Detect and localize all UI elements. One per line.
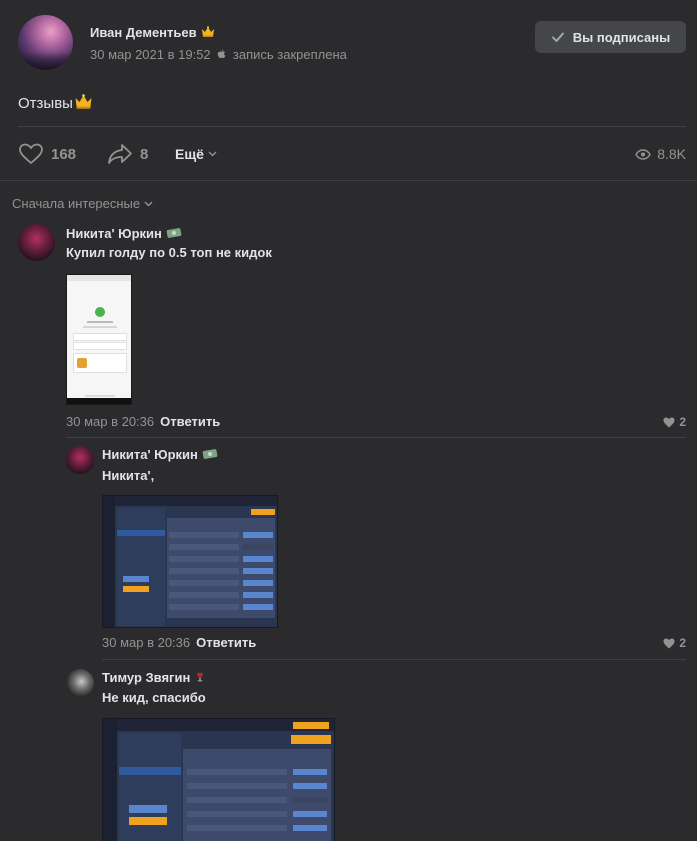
comments-sort-dropdown[interactable]: Сначала интересные xyxy=(12,196,153,211)
comment-avatar[interactable] xyxy=(18,224,55,261)
comment-like-button[interactable]: 2 xyxy=(663,415,686,429)
heart-icon xyxy=(663,638,675,648)
comment-author-row: Никита' Юркин xyxy=(66,226,182,241)
comment: Никита' Юркин Купил голду по 0.5 топ не … xyxy=(18,224,686,434)
post-meta: 30 мар 2021 в 19:52 запись закреплена xyxy=(90,47,347,62)
subscribed-label: Вы подписаны xyxy=(572,29,671,45)
comment-date[interactable]: 30 мар в 20:36 xyxy=(102,635,190,650)
check-icon xyxy=(551,32,564,42)
post-actions: 168 8 Ещё 8.8K xyxy=(18,140,686,168)
comment-image[interactable] xyxy=(66,274,132,405)
divider xyxy=(18,126,686,127)
reply-button[interactable]: Ответить xyxy=(160,414,220,429)
share-button[interactable]: 8 xyxy=(107,140,148,168)
comment-avatar[interactable] xyxy=(66,669,94,697)
comment-author[interactable]: Тимур Звягин xyxy=(102,670,190,685)
comment-text: Никита', xyxy=(102,468,155,483)
comment-text: Не кид, спасибо xyxy=(102,690,206,705)
comment-author[interactable]: Никита' Юркин xyxy=(66,226,162,241)
share-icon xyxy=(108,144,132,164)
money-badge-icon xyxy=(166,228,182,238)
eye-icon xyxy=(635,148,651,160)
author-avatar[interactable] xyxy=(18,15,73,70)
post-date[interactable]: 30 мар 2021 в 19:52 xyxy=(90,47,211,62)
comment-reply: Тимур Звягин Не кид, спасибо xyxy=(66,669,686,841)
like-button[interactable]: 168 xyxy=(18,140,76,168)
divider xyxy=(0,180,697,181)
comment-author-row: Никита' Юркин xyxy=(102,447,218,462)
post-header: Иван Дементьев 30 мар 2021 в 19:52 запис… xyxy=(18,15,686,71)
post-text: Отзывы xyxy=(18,94,93,112)
like-count: 168 xyxy=(51,145,77,163)
wine-glass-icon xyxy=(197,672,204,682)
money-badge-icon xyxy=(202,449,218,459)
sort-label: Сначала интересные xyxy=(12,196,141,211)
more-button[interactable]: Ещё xyxy=(175,140,224,168)
divider xyxy=(102,659,686,660)
comment-author[interactable]: Никита' Юркин xyxy=(102,447,198,462)
comment-like-count: 2 xyxy=(679,415,686,429)
chevron-down-icon xyxy=(208,151,217,157)
comment-like-button[interactable]: 2 xyxy=(663,636,686,650)
more-label: Ещё xyxy=(175,146,204,162)
heart-icon xyxy=(19,143,43,164)
pinned-label: запись закреплена xyxy=(232,47,347,62)
comment-date[interactable]: 30 мар в 20:36 xyxy=(66,414,154,429)
heart-icon xyxy=(663,417,675,427)
divider xyxy=(66,437,686,438)
reply-button[interactable]: Ответить xyxy=(196,635,256,650)
comment-meta: 30 мар в 20:36 Ответить xyxy=(102,635,256,650)
share-count: 8 xyxy=(140,145,149,163)
comment-image[interactable] xyxy=(102,718,335,841)
comment-like-count: 2 xyxy=(679,636,686,650)
comment-meta: 30 мар в 20:36 Ответить xyxy=(66,414,220,429)
view-count: 8.8K xyxy=(657,146,686,162)
chevron-down-icon xyxy=(144,201,153,206)
post-text-content: Отзывы xyxy=(18,95,73,112)
crown-icon xyxy=(75,94,92,109)
author-name-row: Иван Дементьев xyxy=(90,25,215,40)
comment-text: Купил голду по 0.5 топ не кидок xyxy=(66,245,272,260)
apple-icon xyxy=(218,49,226,58)
subscribed-button[interactable]: Вы подписаны xyxy=(535,21,686,53)
comment-author-row: Тимур Звягин xyxy=(102,670,206,685)
views-counter: 8.8K xyxy=(635,140,686,168)
comment-reply: Никита' Юркин Никита', 30 мар в 20:36 Отв… xyxy=(66,446,686,656)
comment-avatar[interactable] xyxy=(66,446,94,474)
comment-image[interactable] xyxy=(102,495,278,628)
author-name[interactable]: Иван Дементьев xyxy=(90,25,197,40)
crown-icon xyxy=(201,26,214,37)
